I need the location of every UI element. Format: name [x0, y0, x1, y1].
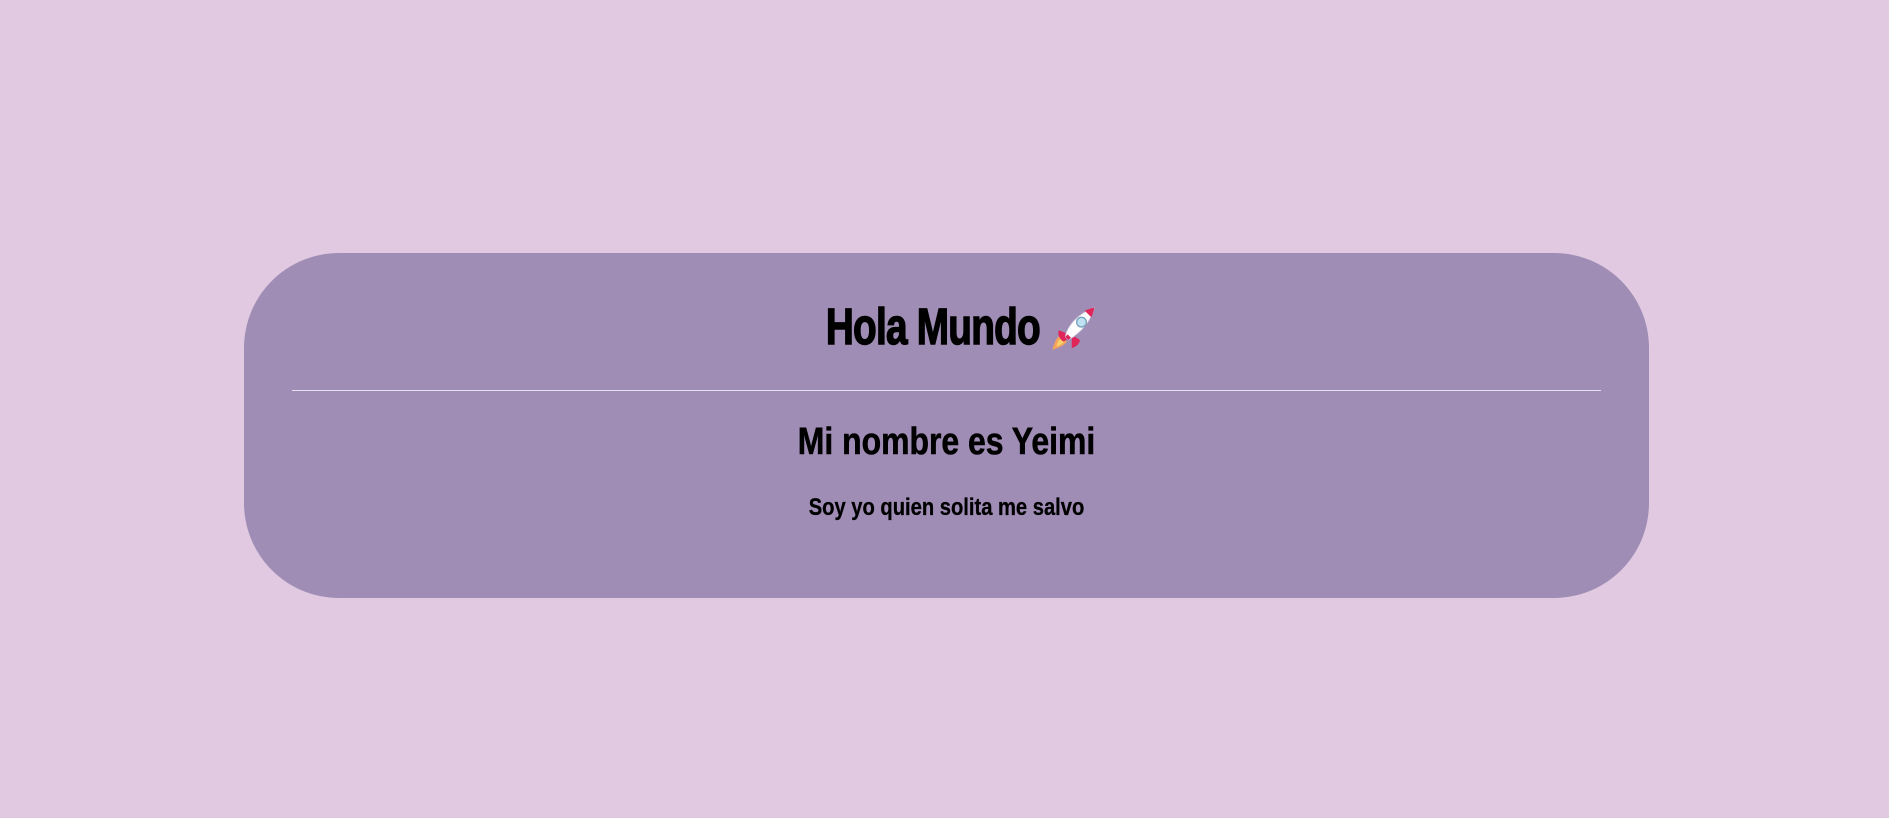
rocket-icon — [1052, 306, 1096, 350]
title-row: Hola Mundo — [244, 297, 1649, 357]
subtitle: Mi nombre es Yeimi — [797, 421, 1096, 464]
divider — [292, 390, 1601, 391]
tagline: Soy yo quien solita me salvo — [808, 494, 1085, 521]
page-title: Hola Mundo — [825, 297, 1041, 356]
intro-card: Hola Mundo Mi nombre es Yeimi Soy yo qui… — [244, 253, 1649, 598]
